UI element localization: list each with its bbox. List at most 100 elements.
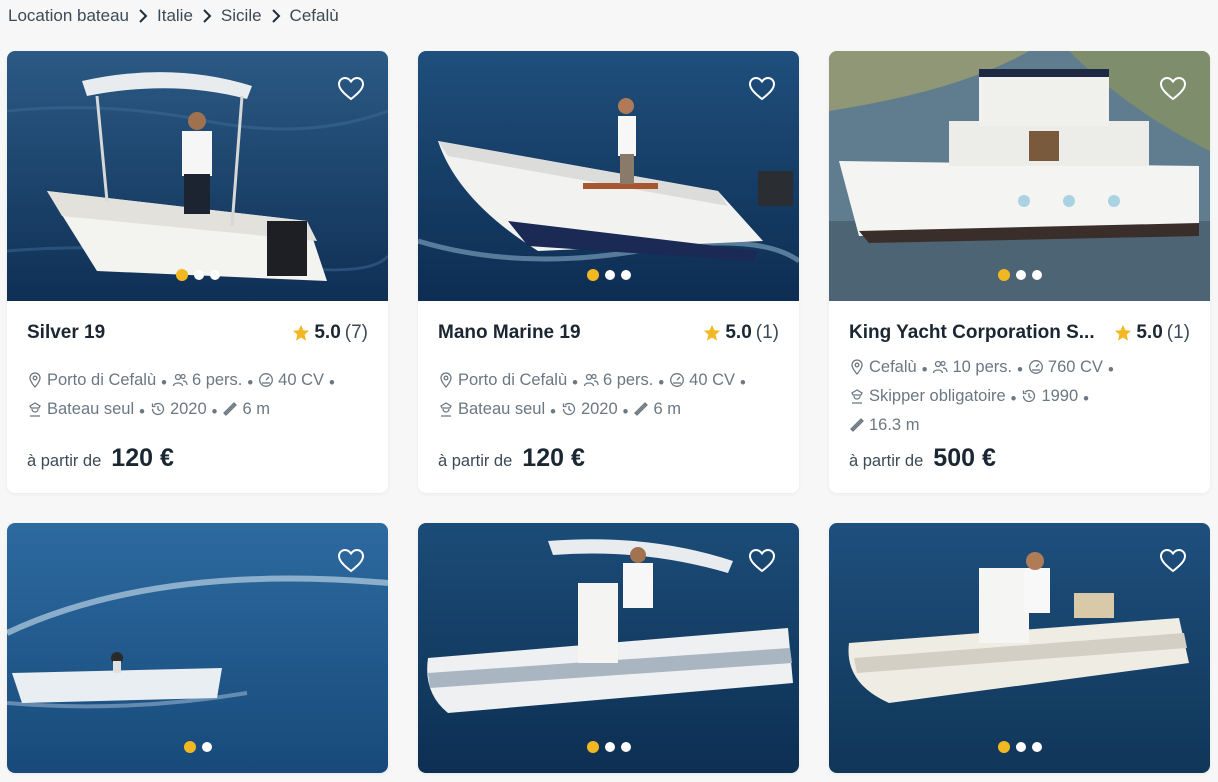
breadcrumb-sicile[interactable]: Sicile <box>221 6 262 26</box>
price-row: à partir de 120 € <box>27 444 174 473</box>
carousel-dot[interactable] <box>620 270 631 280</box>
carousel-dot[interactable] <box>586 741 599 753</box>
chevron-right-icon <box>262 6 290 26</box>
ruler-icon <box>850 418 864 432</box>
carousel-dot[interactable] <box>620 742 631 752</box>
carousel-dots <box>418 269 799 281</box>
boat-photo[interactable] <box>7 523 388 773</box>
spec-power: 760 CV <box>1047 358 1103 376</box>
favorite-heart-icon[interactable] <box>1158 547 1188 575</box>
engine-power-icon <box>1028 360 1043 374</box>
favorite-heart-icon[interactable] <box>336 547 366 575</box>
carousel-dot[interactable] <box>997 269 1010 281</box>
breadcrumb-italie[interactable]: Italie <box>157 6 193 26</box>
boat-photo[interactable] <box>829 523 1210 773</box>
breadcrumb-cefalu: Cefalù <box>289 6 339 25</box>
chevron-right-icon <box>129 6 157 26</box>
boat-title[interactable]: Silver 19 <box>27 322 105 344</box>
spec-capacity: 6 pers. <box>602 371 654 389</box>
price-row: à partir de 120 € <box>438 444 585 473</box>
carousel-dot[interactable] <box>586 269 599 281</box>
rating: 5.0 (1) <box>1114 322 1190 344</box>
captain-icon <box>29 402 41 417</box>
boat-photo-image <box>7 51 388 301</box>
breadcrumb-location-bateau[interactable]: Location bateau <box>8 6 129 26</box>
boat-photo[interactable] <box>418 523 799 773</box>
history-icon <box>562 402 576 416</box>
rating-count: (7) <box>344 322 368 343</box>
spec-location: Cefalù <box>869 358 917 376</box>
spec-year: 2020 <box>169 400 207 418</box>
boat-photo-image <box>418 523 799 773</box>
carousel-dot[interactable] <box>1031 742 1042 752</box>
carousel-dot[interactable] <box>201 742 212 752</box>
rating-score: 5.0 <box>1136 322 1163 343</box>
favorite-heart-icon[interactable] <box>747 547 777 575</box>
boat-title[interactable]: Mano Marine 19 <box>438 322 581 344</box>
carousel-dot[interactable] <box>193 270 204 280</box>
carousel-dot[interactable] <box>997 741 1010 753</box>
boat-specs: Cefalù • 10 pers. • 760 CV • Skipper obligato… <box>849 354 1190 441</box>
favorite-heart-icon[interactable] <box>1158 75 1188 103</box>
boat-card[interactable] <box>418 523 799 773</box>
location-pin-icon <box>851 359 863 375</box>
boat-photo[interactable] <box>7 51 388 301</box>
star-icon <box>1115 324 1132 341</box>
history-icon <box>151 402 165 416</box>
people-icon <box>583 373 599 387</box>
engine-power-icon <box>259 373 274 387</box>
spec-mode: Skipper obligatoire <box>869 387 1006 405</box>
spec-mode: Bateau seul <box>47 400 135 418</box>
carousel-dots <box>7 269 388 281</box>
people-icon <box>172 373 188 387</box>
carousel-dot[interactable] <box>1015 270 1026 280</box>
price: 120 € <box>111 444 174 472</box>
boat-photo-image <box>829 51 1210 301</box>
boat-title[interactable]: King Yacht Corporation S... <box>849 322 1095 344</box>
price-prefix: à partir de <box>438 452 513 470</box>
rating: 5.0 (7) <box>292 322 368 344</box>
spec-year: 2020 <box>580 400 618 418</box>
carousel-dot[interactable] <box>604 742 615 752</box>
boat-card-mano-marine-19[interactable]: Mano Marine 19 5.0 (1) Porto di Cefalù • 6… <box>418 51 799 493</box>
boat-card[interactable] <box>7 523 388 773</box>
spec-length: 6 m <box>242 400 270 418</box>
location-pin-icon <box>29 372 41 388</box>
carousel-dot[interactable] <box>1031 270 1042 280</box>
boat-card[interactable] <box>829 523 1210 773</box>
carousel-dots <box>829 269 1210 281</box>
carousel-dot[interactable] <box>183 741 196 753</box>
carousel-dot[interactable] <box>604 270 615 280</box>
captain-icon <box>440 402 452 417</box>
rating-score: 5.0 <box>314 322 341 343</box>
carousel-dots <box>829 741 1210 753</box>
spec-power: 40 CV <box>689 371 736 389</box>
boat-specs: Porto di Cefalù • 6 pers. • 40 CV • Bateau se… <box>438 367 779 425</box>
boat-photo[interactable] <box>829 51 1210 301</box>
boat-photo[interactable] <box>418 51 799 301</box>
boat-photo-image <box>7 523 388 773</box>
price-prefix: à partir de <box>849 452 924 470</box>
spec-mode: Bateau seul <box>458 400 546 418</box>
spec-power: 40 CV <box>278 371 325 389</box>
rating-count: (1) <box>1166 322 1190 343</box>
rating-score: 5.0 <box>725 322 752 343</box>
price: 120 € <box>522 444 585 472</box>
ruler-icon <box>634 402 649 416</box>
rating-count: (1) <box>755 322 779 343</box>
favorite-heart-icon[interactable] <box>747 75 777 103</box>
spec-year: 1990 <box>1041 387 1079 405</box>
carousel-dot[interactable] <box>1015 742 1026 752</box>
boat-card-king-yacht[interactable]: King Yacht Corporation S... 5.0 (1) Cefa… <box>829 51 1210 493</box>
spec-capacity: 6 pers. <box>191 371 243 389</box>
carousel-dot[interactable] <box>209 270 220 280</box>
captain-icon <box>851 389 863 404</box>
spec-length: 16.3 m <box>869 416 920 434</box>
carousel-dot[interactable] <box>175 269 188 281</box>
favorite-heart-icon[interactable] <box>336 75 366 103</box>
chevron-right-icon <box>193 6 221 26</box>
carousel-dots <box>7 741 388 753</box>
boat-photo-image <box>829 523 1210 773</box>
boat-card-silver-19[interactable]: Silver 19 5.0 (7) Porto di Cefalù • 6 pers… <box>7 51 388 493</box>
breadcrumb: Location bateau Italie Sicile Cefalù <box>8 6 339 26</box>
